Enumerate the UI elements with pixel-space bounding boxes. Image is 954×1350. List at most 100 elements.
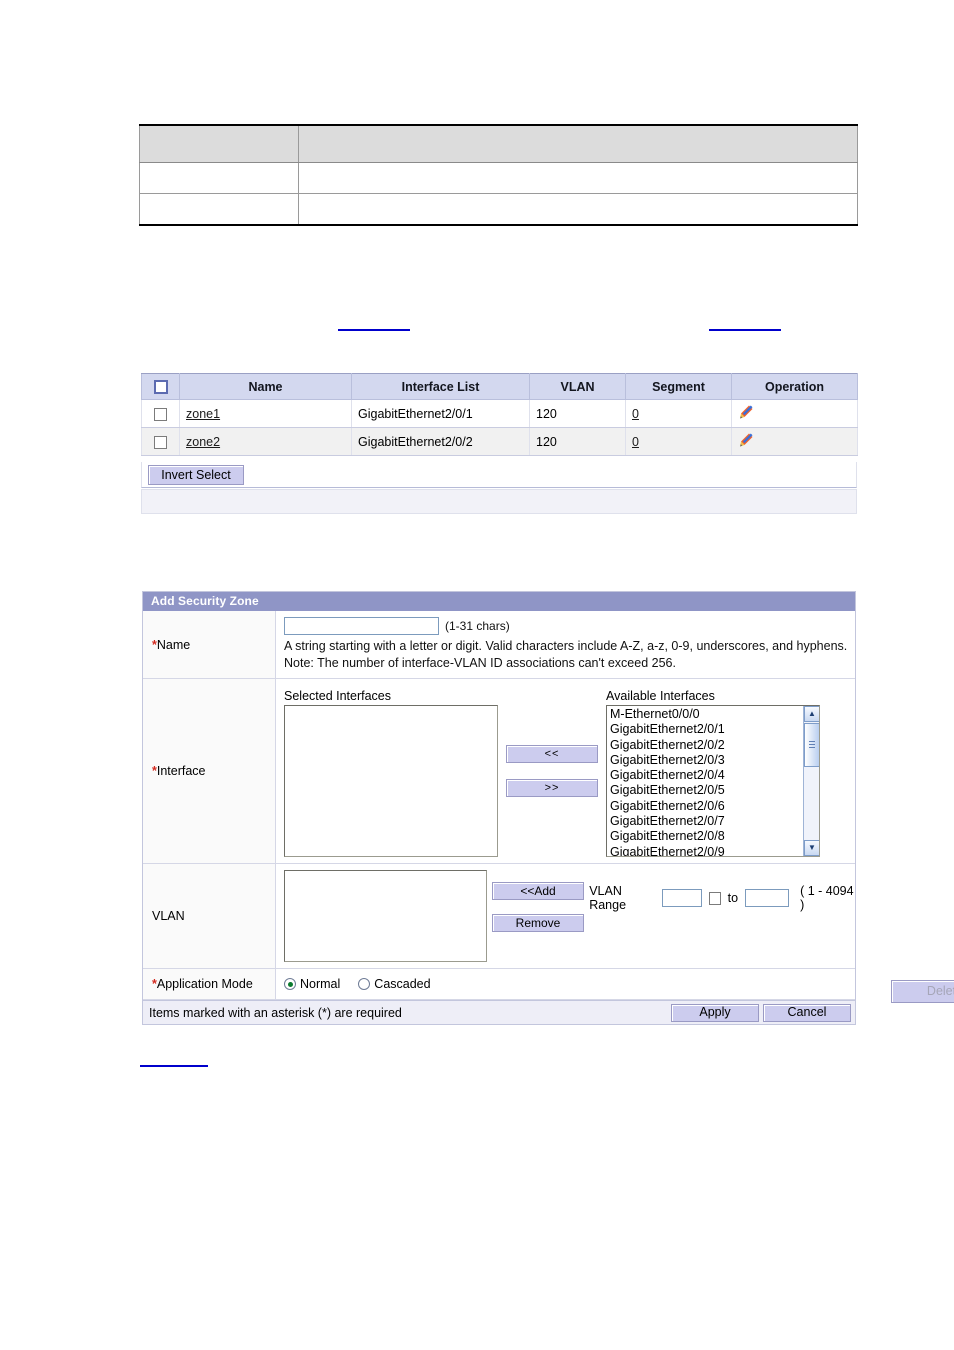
available-interface-option[interactable]: GigabitEthernet2/0/4 [607, 768, 803, 783]
vlan-range-label: VLAN Range [589, 884, 627, 912]
add-security-zone-dialog: Add Security Zone * Name (1-31 chars) A s… [142, 591, 856, 1025]
available-interface-option[interactable]: GigabitEthernet2/0/9 [607, 845, 803, 856]
cross-reference-link-3[interactable] [140, 1052, 208, 1067]
invert-select-strip: Invert Select [141, 462, 857, 488]
zone-table-header-row: Name Interface List VLAN Segment Operati… [141, 373, 858, 400]
move-left-button[interactable]: << [506, 745, 598, 763]
cell-segment: 0 [625, 399, 732, 428]
cell-vlan: 120 [529, 427, 626, 456]
listbox-scrollbar[interactable]: ▲ ▼ [803, 706, 819, 856]
available-interfaces-listbox[interactable]: M-Ethernet0/0/0 GigabitEthernet2/0/1 Gigab… [606, 705, 820, 857]
spec-table-cell [298, 193, 858, 226]
available-interface-option[interactable]: GigabitEthernet2/0/1 [607, 722, 803, 737]
available-interface-option[interactable]: GigabitEthernet2/0/5 [607, 783, 803, 798]
interface-body: Selected Interfaces << >> Available Inte… [276, 679, 855, 863]
cell-operation [731, 399, 858, 428]
application-mode-row: * Application Mode Normal Cascaded [143, 969, 855, 1000]
scroll-up-icon[interactable]: ▲ [804, 706, 819, 722]
cell-vlan: 120 [529, 399, 626, 428]
scrollbar-thumb[interactable] [804, 723, 819, 767]
name-rule-note-2: Note: The number of interface-VLAN ID as… [284, 656, 676, 670]
select-all-header[interactable] [141, 373, 180, 400]
zone-name-link[interactable]: zone1 [186, 407, 220, 421]
spec-table-cell [139, 193, 299, 226]
application-mode-label-text: Application Mode [156, 977, 253, 991]
vlan-range-to-label: to [727, 891, 739, 905]
available-interface-option[interactable]: GigabitEthernet2/0/2 [607, 738, 803, 753]
spec-table-cell [139, 162, 299, 194]
available-interfaces-caption: Available Interfaces [606, 689, 715, 703]
cancel-button[interactable]: Cancel [763, 1003, 851, 1022]
segment-link[interactable]: 0 [632, 435, 639, 449]
available-interfaces-column: Available Interfaces M-Ethernet0/0/0 Giga… [606, 689, 820, 857]
required-note: Items marked with an asterisk (*) are re… [149, 1005, 402, 1020]
row-select-cell[interactable] [141, 399, 180, 428]
row-select-cell[interactable] [141, 427, 180, 456]
available-interface-option[interactable]: GigabitEthernet2/0/6 [607, 799, 803, 814]
interface-label: * Interface [143, 679, 276, 863]
vlan-row: VLAN <<Add Remove VLAN Range to ( 1 - 40… [143, 864, 855, 969]
vlan-range-to-checkbox[interactable] [708, 891, 721, 905]
spec-table-header-cell-2 [298, 124, 858, 163]
row-checkbox[interactable] [154, 407, 167, 421]
select-all-checkbox[interactable] [153, 379, 168, 394]
application-mode-body: Normal Cascaded [276, 969, 855, 999]
delete-button[interactable]: Delete [891, 980, 954, 1003]
vlan-add-button[interactable]: <<Add [492, 882, 585, 900]
vlan-label-text: VLAN [152, 909, 185, 923]
cross-reference-link-2[interactable] [709, 316, 781, 331]
table-row: zone2 GigabitEthernet2/0/2 120 0 [141, 427, 858, 456]
vlan-remove-button[interactable]: Remove [492, 914, 585, 932]
selected-interfaces-listbox[interactable] [284, 705, 498, 857]
cell-name: zone2 [179, 427, 352, 456]
name-label-text: Name [156, 637, 191, 652]
vlan-range-hint: ( 1 - 4094 ) [800, 884, 854, 912]
selected-interfaces-caption: Selected Interfaces [284, 689, 392, 703]
name-row: * Name (1-31 chars) A string starting wit… [143, 611, 855, 679]
spec-table-header-cell-1 [139, 124, 299, 163]
selected-vlan-listbox[interactable] [284, 870, 487, 962]
radio-cascaded[interactable] [358, 978, 371, 990]
vlan-label: VLAN [143, 864, 276, 968]
spec-table-row [139, 193, 858, 226]
invert-select-button[interactable]: Invert Select [148, 465, 244, 485]
available-interface-option[interactable]: GigabitEthernet2/0/8 [607, 829, 803, 844]
move-right-button[interactable]: >> [506, 779, 598, 797]
cell-segment: 0 [625, 427, 732, 456]
cell-interface-list: GigabitEthernet2/0/1 [351, 399, 530, 428]
security-zone-table: Name Interface List VLAN Segment Operati… [141, 373, 858, 456]
column-header-name: Name [179, 373, 352, 400]
cell-operation [731, 427, 858, 456]
name-body: (1-31 chars) A string starting with a le… [276, 611, 855, 678]
transfer-buttons: << >> [498, 689, 606, 797]
cell-name: zone1 [179, 399, 352, 428]
dialog-footer: Items marked with an asterisk (*) are re… [143, 1000, 855, 1024]
vlan-range-start-input[interactable] [661, 889, 702, 907]
vlan-body: <<Add Remove VLAN Range to ( 1 - 4094 ) [276, 864, 855, 968]
radio-normal[interactable] [284, 978, 296, 990]
name-rule-note-1: A string starting with a letter or digit… [284, 639, 848, 653]
zone-action-strip: Activate Add Delete [141, 489, 954, 1003]
column-header-segment: Segment [625, 373, 732, 400]
zone-name-input[interactable] [284, 617, 439, 635]
selected-interfaces-column: Selected Interfaces [284, 689, 498, 857]
zone-name-link[interactable]: zone2 [186, 435, 220, 449]
spec-table-header-row [139, 124, 858, 163]
vlan-range-end-input[interactable] [745, 889, 790, 907]
cross-reference-link-1[interactable] [338, 316, 410, 331]
row-checkbox[interactable] [154, 435, 167, 449]
pencil-edit-icon[interactable] [738, 432, 754, 451]
pencil-edit-icon[interactable] [738, 404, 754, 423]
cell-interface-list: GigabitEthernet2/0/2 [351, 427, 530, 456]
spec-table-row [139, 162, 858, 194]
available-interface-option[interactable]: GigabitEthernet2/0/3 [607, 753, 803, 768]
vlan-buttons: <<Add Remove [487, 870, 589, 932]
application-mode-label: * Application Mode [143, 969, 276, 999]
column-header-interface-list: Interface List [351, 373, 530, 400]
available-interface-option[interactable]: GigabitEthernet2/0/7 [607, 814, 803, 829]
available-interface-option[interactable]: M-Ethernet0/0/0 [607, 707, 803, 722]
segment-link[interactable]: 0 [632, 407, 639, 421]
scroll-down-icon[interactable]: ▼ [804, 840, 819, 856]
radio-normal-label: Normal [300, 977, 341, 991]
apply-button[interactable]: Apply [671, 1003, 759, 1022]
